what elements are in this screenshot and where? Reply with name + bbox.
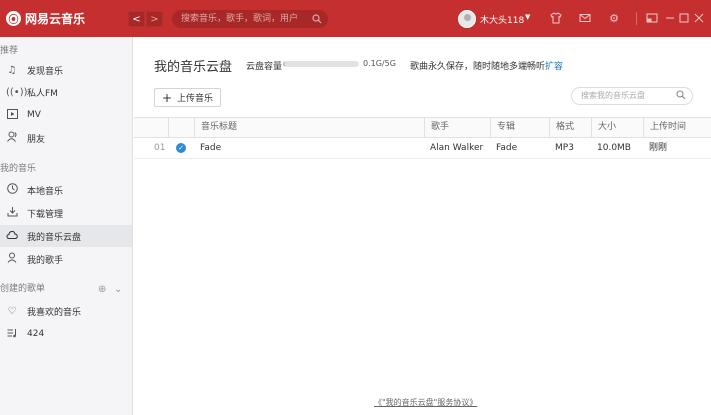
forward-button[interactable]: > — [146, 11, 163, 27]
mini-mode-icon[interactable] — [645, 11, 659, 25]
download-icon — [6, 206, 18, 220]
table-row[interactable]: 01 ✓ Fade Alan Walker Fade MP3 10.0MB 刚刚 — [134, 138, 711, 159]
title-bar: ⦿ 网易云音乐 < > 搜索音乐，歌手，歌词，用户 木大头118 ▼ ⚙ — [0, 0, 711, 37]
sidebar-item-label: 私人FM — [27, 88, 58, 99]
mail-icon[interactable] — [578, 11, 592, 25]
column-header-size[interactable]: 大小 — [591, 118, 643, 137]
close-icon[interactable] — [692, 11, 706, 25]
avatar[interactable] — [458, 10, 476, 28]
chevron-down-icon[interactable]: ⌄ — [114, 284, 122, 295]
uploaded-check-icon: ✓ — [176, 143, 186, 153]
radio-icon: ((•)) — [6, 86, 28, 98]
column-header-title[interactable]: 音乐标题 — [194, 118, 424, 137]
capacity-text: 0.1G/5G — [363, 59, 396, 68]
sidebar-item-label: 朋友 — [27, 134, 46, 145]
upload-music-label: 上传音乐 — [177, 94, 214, 104]
column-header-artist[interactable]: 歌手 — [424, 118, 490, 137]
sidebar-item-label: 本地音乐 — [27, 186, 64, 197]
column-header-check — [168, 118, 194, 137]
sidebar-item-label: 424 — [27, 329, 45, 339]
user-menu-caret-icon[interactable]: ▼ — [525, 13, 530, 21]
row-upload-time: 刚刚 — [649, 143, 668, 153]
search-icon[interactable] — [676, 90, 686, 106]
sidebar-item-mv[interactable]: MV — [0, 104, 132, 126]
expand-capacity-link[interactable]: 扩容 — [545, 59, 563, 72]
maximize-icon[interactable] — [677, 11, 691, 25]
netease-logo-icon: ⦿ — [6, 11, 21, 26]
music-note-icon: ♫ — [7, 64, 17, 76]
playlist-icon — [6, 328, 18, 341]
page-title: 我的音乐云盘 — [154, 60, 233, 75]
sidebar-item-label: 我的歌手 — [27, 255, 64, 266]
search-icon[interactable] — [312, 13, 322, 31]
title-bar-divider — [636, 12, 637, 25]
row-size: 10.0MB — [597, 143, 631, 153]
minimize-icon[interactable] — [663, 11, 677, 25]
column-header-upload-time[interactable]: 上传时间 — [643, 118, 711, 137]
settings-icon[interactable]: ⚙ — [607, 11, 621, 25]
main-panel: 我的音乐云盘 云盘容量 0.1G/5G 歌曲永久保存，随时随地多端畅听 扩容 +… — [134, 37, 711, 415]
upload-music-button[interactable]: + 上传音乐 — [154, 88, 221, 107]
sidebar: 推荐 ♫ 发现音乐 ((•)) 私人FM MV 朋友 我的音乐 本地音乐 下载管… — [0, 37, 133, 415]
sidebar-item-label: 发现音乐 — [27, 66, 64, 77]
column-header-album[interactable]: 专辑 — [490, 118, 549, 137]
row-title: Fade — [200, 143, 222, 153]
row-format: MP3 — [555, 143, 574, 153]
sidebar-item-label: 我喜欢的音乐 — [27, 307, 82, 318]
app-name: 网易云音乐 — [25, 12, 86, 26]
add-playlist-icon[interactable]: ⊕ — [98, 284, 106, 295]
artist-icon — [6, 252, 18, 266]
username[interactable]: 木大头118 — [480, 13, 524, 26]
sidebar-item-friends[interactable]: 朋友 — [0, 127, 132, 149]
capacity-progress-bar — [283, 61, 359, 67]
capacity-note: 歌曲永久保存，随时随地多端畅听 — [410, 62, 546, 72]
cloud-song-table: 音乐标题 歌手 专辑 格式 大小 上传时间 01 ✓ Fade Alan Wal… — [134, 117, 711, 159]
back-button[interactable]: < — [128, 11, 145, 27]
service-agreement-link[interactable]: 《"我的音乐云盘"服务协议》 — [374, 397, 477, 408]
capacity-progress-fill — [283, 61, 285, 67]
sidebar-section-my-music: 我的音乐 — [0, 164, 37, 174]
row-album[interactable]: Fade — [490, 138, 517, 158]
friends-icon — [6, 131, 18, 145]
sidebar-item-downloads[interactable]: 下载管理 — [0, 202, 132, 224]
sidebar-item-discover[interactable]: ♫ 发现音乐 — [0, 59, 132, 81]
sidebar-item-playlist-424[interactable]: 424 — [0, 323, 132, 345]
video-icon — [6, 108, 18, 122]
app-logo[interactable]: ⦿ 网易云音乐 — [6, 10, 85, 27]
global-search-placeholder: 搜索音乐，歌手，歌词，用户 — [181, 14, 299, 24]
heart-icon: ♡ — [7, 305, 17, 317]
plus-icon: + — [161, 90, 173, 105]
sidebar-item-liked[interactable]: ♡ 我喜欢的音乐 — [0, 300, 132, 322]
table-header: 音乐标题 歌手 专辑 格式 大小 上传时间 — [134, 117, 711, 138]
cloud-search-input[interactable]: 搜索我的音乐云盘 — [571, 87, 693, 105]
sidebar-item-label: 下载管理 — [27, 209, 64, 220]
sidebar-section-recommend: 推荐 — [0, 46, 19, 56]
skin-icon[interactable] — [549, 11, 563, 25]
cloud-icon — [6, 230, 18, 243]
sidebar-section-playlists: 创建的歌单 — [0, 284, 46, 294]
clock-disc-icon — [6, 183, 18, 197]
sidebar-item-cloud[interactable]: 我的音乐云盘 — [0, 225, 132, 247]
global-search-input[interactable]: 搜索音乐，歌手，歌词，用户 — [172, 10, 328, 28]
cloud-search-placeholder: 搜索我的音乐云盘 — [581, 91, 645, 100]
sidebar-item-local-music[interactable]: 本地音乐 — [0, 179, 132, 201]
column-header-format[interactable]: 格式 — [549, 118, 591, 137]
capacity-label: 云盘容量 — [246, 62, 283, 72]
row-index: 01 — [154, 143, 166, 153]
row-artist[interactable]: Alan Walker — [424, 138, 483, 158]
sidebar-item-fm[interactable]: ((•)) 私人FM — [0, 81, 132, 103]
sidebar-item-label: 我的音乐云盘 — [27, 232, 82, 243]
sidebar-item-label: MV — [27, 110, 41, 120]
sidebar-item-artists[interactable]: 我的歌手 — [0, 248, 132, 270]
